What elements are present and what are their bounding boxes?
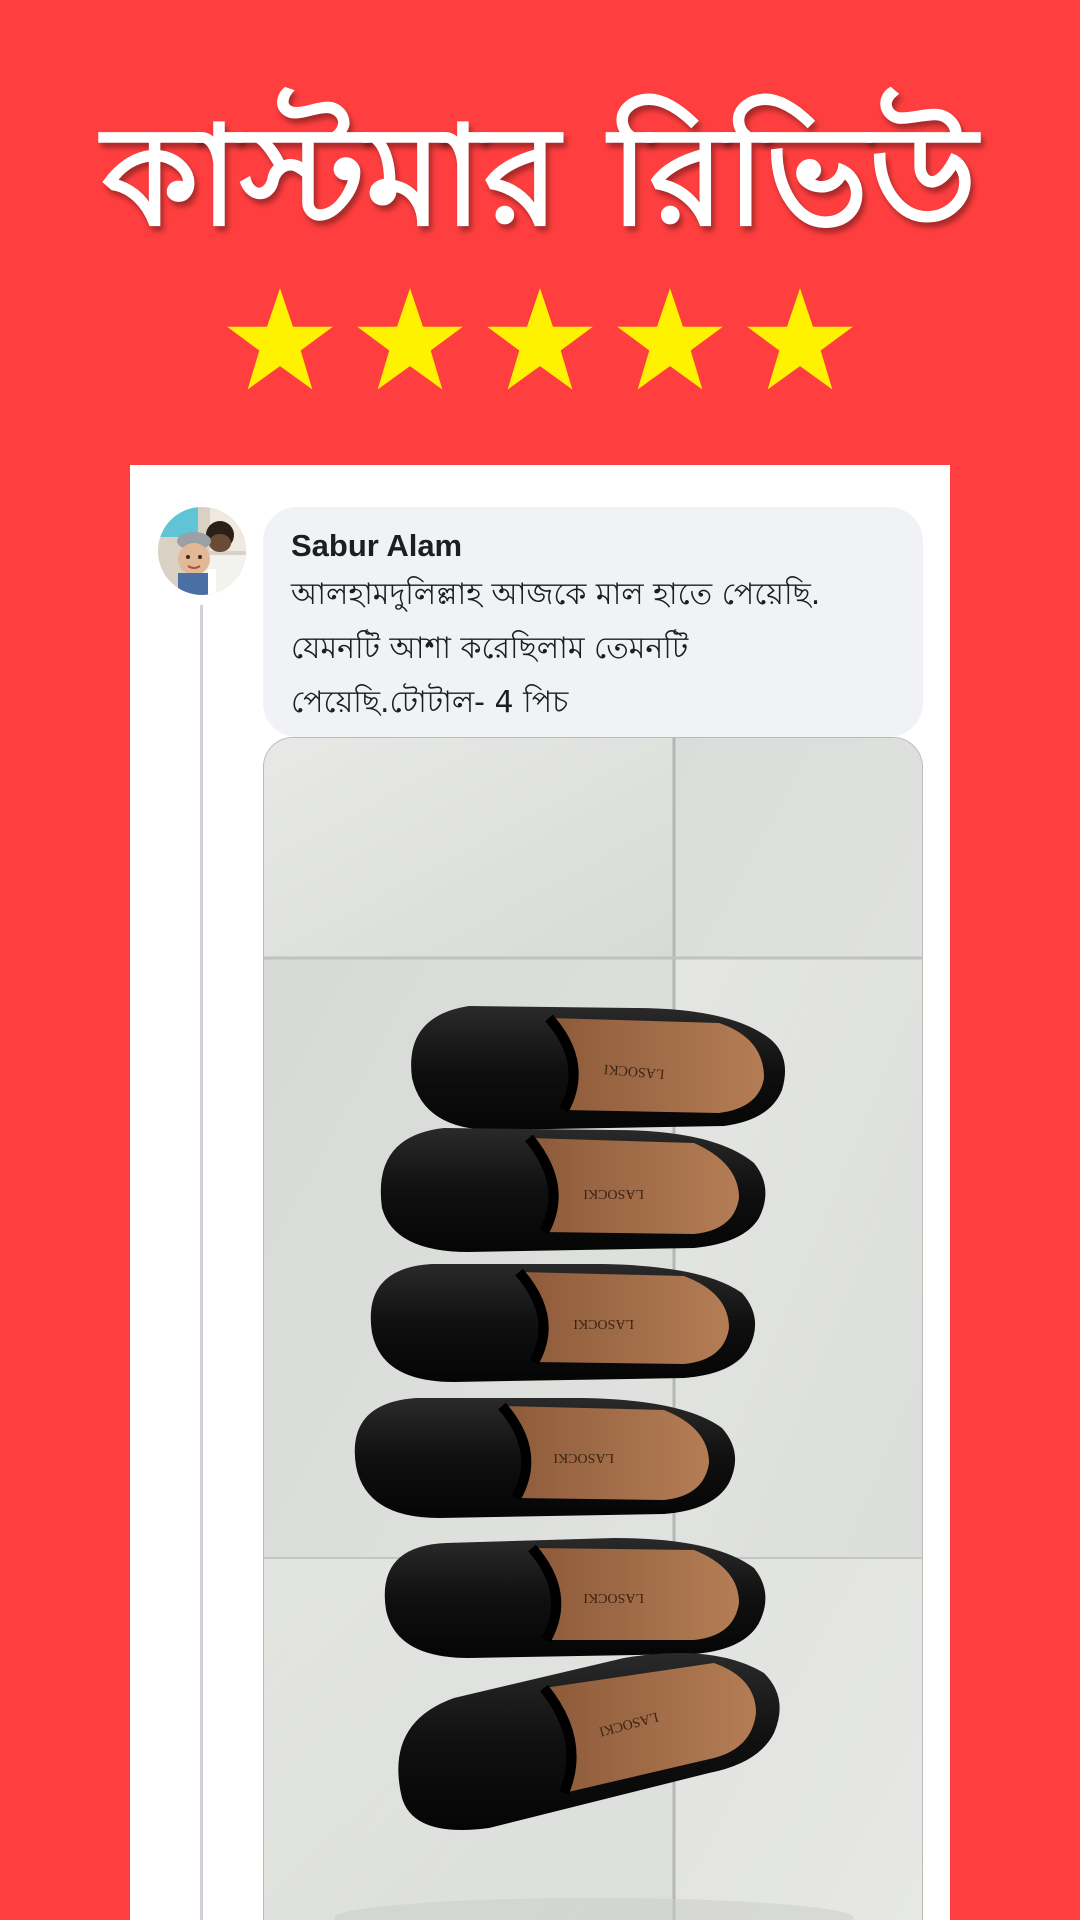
star-icon (357, 288, 463, 390)
star-icon (617, 288, 723, 390)
comment-author[interactable]: Sabur Alam (291, 527, 895, 564)
svg-text:LASOCKI: LASOCKI (583, 1186, 644, 1201)
thread-line (200, 605, 203, 1920)
star-icon (227, 288, 333, 390)
star-icon (747, 288, 853, 390)
star-icon (487, 288, 593, 390)
svg-text:LASOCKI: LASOCKI (573, 1316, 634, 1331)
shoe-2: LASOCKI (380, 1128, 766, 1252)
shoe-1: LASOCKI (411, 1006, 786, 1130)
svg-text:LASOCKI: LASOCKI (553, 1450, 614, 1465)
comment-text: আলহামদুলিল্লাহ আজকে মাল হাতে পেয়েছি. যে… (291, 577, 821, 721)
shoes-photo-icon: LASOCKI LASOCKI LASOCKI LASOCKI LASOCKI … (264, 738, 922, 1920)
shoe-5: LASOCKI (384, 1538, 766, 1658)
svg-text:LASOCKI: LASOCKI (583, 1590, 644, 1605)
shoe-3: LASOCKI (370, 1264, 756, 1382)
page-title: কাস্টমার রিভিউ (102, 96, 978, 257)
shoe-4: LASOCKI (354, 1398, 736, 1518)
user-avatar-photo-icon (158, 507, 246, 595)
header: কাস্টমার রিভিউ (0, 0, 1080, 465)
review-photo[interactable]: LASOCKI LASOCKI LASOCKI LASOCKI LASOCKI … (263, 737, 923, 1920)
user-avatar[interactable] (158, 507, 246, 595)
comment-bubble: Sabur Alam আলহামদুলিল্লাহ আজকে মাল হাতে … (263, 507, 923, 737)
review-card: Sabur Alam আলহামদুলিল্লাহ আজকে মাল হাতে … (130, 465, 950, 1920)
rating-stars (0, 288, 1080, 393)
